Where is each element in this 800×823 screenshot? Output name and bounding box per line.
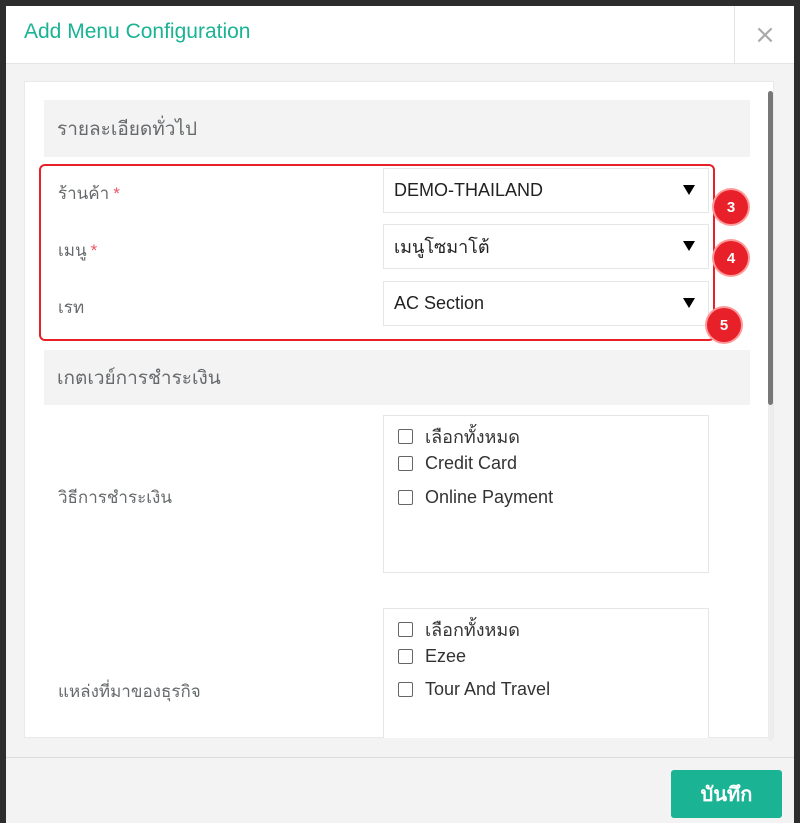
scrollbar-thumb[interactable]	[768, 91, 773, 405]
save-button[interactable]: บันทึก	[671, 770, 782, 818]
checkbox-tour-and-travel[interactable]: Tour And Travel	[398, 679, 550, 700]
close-button[interactable]: ×	[734, 6, 794, 63]
checkbox-label: Credit Card	[425, 453, 518, 473]
payment-method-label: วิธีการชำระเงิน	[58, 488, 172, 507]
checkbox-icon[interactable]	[398, 490, 413, 505]
checkbox-icon[interactable]	[398, 456, 413, 471]
payment-method-checklist: เลือกทั้งหมด Credit Card Online Payment	[383, 415, 709, 573]
annotation-badge-3: 3	[714, 190, 748, 224]
checkbox-icon[interactable]	[398, 429, 413, 444]
rate-select-value: AC Section	[394, 293, 485, 313]
annotation-badge-5: 5	[707, 308, 741, 342]
business-source-checklist: เลือกทั้งหมด Ezee Tour And Travel	[383, 608, 709, 738]
checkbox-select-all-payment[interactable]: เลือกทั้งหมด	[398, 422, 520, 451]
menu-label-text: เมนู	[58, 241, 87, 260]
checkbox-label: Ezee	[425, 646, 467, 666]
checkbox-ezee[interactable]: Ezee	[398, 646, 466, 667]
checkbox-icon[interactable]	[398, 649, 413, 664]
rate-label-text: เรท	[58, 298, 85, 317]
section-general-title: รายละเอียดทั่วไป	[57, 118, 198, 140]
caret-down-icon	[683, 241, 695, 251]
section-payment-title: เกตเวย์การชำระเงิน	[57, 367, 221, 389]
checkbox-label: Tour And Travel	[425, 679, 551, 699]
close-icon: ×	[754, 19, 776, 50]
caret-down-icon	[683, 298, 695, 308]
modal-header: Add Menu Configuration ×	[6, 6, 794, 64]
annotation-badge-4: 4	[714, 241, 748, 275]
checkbox-label: Online Payment	[425, 487, 554, 507]
rate-select[interactable]: AC Section	[383, 281, 709, 326]
modal-footer: บันทึก	[6, 757, 794, 823]
section-general-details: รายละเอียดทั่วไป	[44, 100, 750, 157]
rate-label: เรท	[58, 294, 84, 321]
add-menu-configuration-modal: Add Menu Configuration × รายละเอียดทั่วไ…	[6, 6, 794, 823]
store-label: ร้านค้า *	[58, 180, 120, 207]
modal-title: Add Menu Configuration	[24, 20, 251, 43]
checkbox-label: เลือกทั้งหมด	[425, 427, 520, 447]
required-mark: *	[113, 184, 120, 203]
checkbox-select-all-source[interactable]: เลือกทั้งหมด	[398, 615, 520, 644]
store-select[interactable]: DEMO-THAILAND	[383, 168, 709, 213]
menu-select-value: เมนูโซมาโต้	[394, 237, 490, 257]
caret-down-icon	[683, 185, 695, 195]
menu-select[interactable]: เมนูโซมาโต้	[383, 224, 709, 269]
checkbox-icon[interactable]	[398, 682, 413, 697]
store-label-text: ร้านค้า	[58, 184, 110, 203]
checkbox-label: เลือกทั้งหมด	[425, 620, 520, 640]
required-mark: *	[90, 241, 98, 260]
store-select-value: DEMO-THAILAND	[394, 180, 544, 200]
section-payment-gateway: เกตเวย์การชำระเงิน	[44, 350, 750, 405]
menu-label: เมนู *	[58, 237, 97, 264]
checkbox-credit-card[interactable]: Credit Card	[398, 453, 517, 474]
checkbox-icon[interactable]	[398, 622, 413, 637]
business-source-label: แหล่งที่มาของธุรกิจ	[58, 682, 201, 701]
checkbox-online-payment[interactable]: Online Payment	[398, 487, 553, 508]
